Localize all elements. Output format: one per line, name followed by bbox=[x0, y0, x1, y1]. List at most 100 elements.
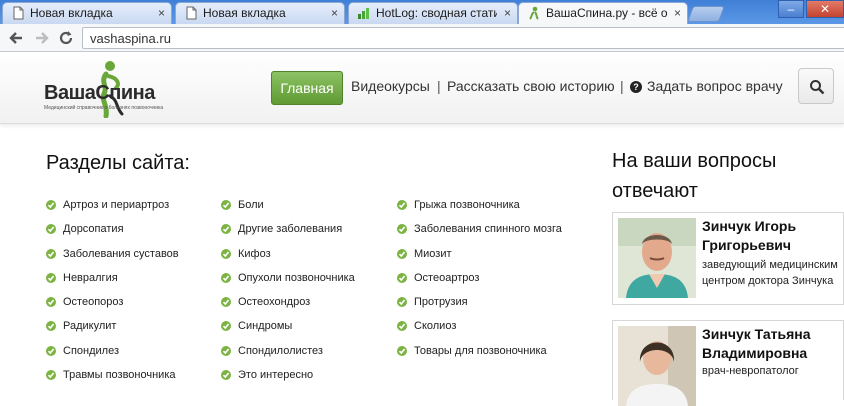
doctor-photo bbox=[618, 326, 696, 406]
checkmark-circle-icon bbox=[46, 272, 56, 283]
tab-close-icon[interactable]: × bbox=[504, 6, 511, 20]
checkmark-circle-icon bbox=[397, 224, 407, 235]
site-logo[interactable]: ВашаСпина Медицинский справочник о болез… bbox=[42, 60, 192, 118]
section-link-label: Миозит bbox=[414, 247, 452, 260]
section-link[interactable]: Заболевания суставов bbox=[46, 245, 179, 269]
section-link-label: Протрузия bbox=[414, 296, 468, 309]
section-link[interactable]: Другие заболевания bbox=[221, 220, 355, 244]
section-link[interactable]: Это интересно bbox=[221, 366, 355, 390]
section-link-label: Опухоли позвоночника bbox=[238, 271, 355, 284]
section-link[interactable]: Опухоли позвоночника bbox=[221, 269, 355, 293]
section-link[interactable]: Заболевания спинного мозга bbox=[397, 220, 562, 244]
tab-close-icon[interactable]: × bbox=[331, 6, 338, 20]
tab-title: HotLog: сводная статистик bbox=[376, 6, 497, 20]
doctor-description: врач-невропатолог bbox=[702, 365, 799, 377]
sections-column-2: Боли Другие заболевания Кифоз Опухоли позво… bbox=[221, 196, 355, 390]
section-link-label: Невралгия bbox=[63, 271, 118, 284]
browser-tab-3[interactable]: HotLog: сводная статистик × bbox=[348, 2, 518, 24]
checkmark-circle-icon bbox=[46, 224, 56, 235]
checkmark-circle-icon bbox=[221, 272, 231, 283]
browser-tab-4[interactable]: ВашаСпина.ру - всё о лечен × bbox=[518, 2, 688, 25]
section-link[interactable]: Радикулит bbox=[46, 317, 179, 341]
section-link-label: Дорсопатия bbox=[63, 223, 124, 236]
nav-separator: | bbox=[620, 78, 624, 94]
browser-tab-strip: Новая вкладка × Новая вкладка × HotLog: … bbox=[0, 0, 844, 25]
browser-toolbar: vashaspina.ru bbox=[0, 24, 844, 52]
search-button[interactable] bbox=[798, 68, 834, 104]
section-link-label: Заболевания суставов bbox=[63, 247, 179, 260]
forward-button[interactable] bbox=[32, 28, 52, 48]
section-link[interactable]: Остеоартроз bbox=[397, 269, 562, 293]
checkmark-circle-icon bbox=[397, 297, 407, 308]
section-link-label: Другие заболевания bbox=[238, 223, 343, 236]
doctor-card[interactable]: Зинчук Игорь Григорьевич заведующий меди… bbox=[612, 212, 844, 305]
tab-close-icon[interactable]: × bbox=[674, 6, 681, 20]
doctor-photo bbox=[618, 218, 696, 298]
section-link[interactable]: Синдромы bbox=[221, 317, 355, 341]
browser-tab-1[interactable]: Новая вкладка × bbox=[2, 2, 172, 24]
logo-tagline: Медицинский справочник о болезнях позвон… bbox=[44, 105, 164, 111]
section-link-label: Радикулит bbox=[63, 320, 117, 333]
section-link-label: Травмы позвоночника bbox=[63, 369, 176, 382]
checkmark-circle-icon bbox=[46, 370, 56, 381]
new-tab-button[interactable] bbox=[687, 6, 725, 22]
section-link[interactable]: Протрузия bbox=[397, 293, 562, 317]
reload-button[interactable] bbox=[56, 28, 76, 48]
section-link[interactable]: Спондилез bbox=[46, 342, 179, 366]
nav-ask-doctor-link[interactable]: ? Задать вопрос врачу bbox=[630, 78, 783, 94]
section-link[interactable]: Товары для позвоночника bbox=[397, 342, 562, 366]
section-link-label: Остеохондроз bbox=[238, 296, 311, 309]
address-bar-url[interactable]: vashaspina.ru bbox=[90, 31, 171, 46]
section-link[interactable]: Невралгия bbox=[46, 269, 179, 293]
page-icon bbox=[13, 6, 24, 20]
section-link[interactable]: Остеохондроз bbox=[221, 293, 355, 317]
section-link-label: Товары для позвоночника bbox=[414, 344, 547, 357]
browser-tab-2[interactable]: Новая вкладка × bbox=[175, 2, 345, 24]
nav-home-button[interactable]: Главная bbox=[271, 71, 343, 105]
section-link[interactable]: Спондилолистез bbox=[221, 342, 355, 366]
section-link[interactable]: Сколиоз bbox=[397, 317, 562, 341]
section-link[interactable]: Травмы позвоночника bbox=[46, 366, 179, 390]
page-icon bbox=[186, 6, 197, 20]
back-button[interactable] bbox=[6, 28, 26, 48]
close-window-button[interactable]: ✕ bbox=[806, 0, 844, 18]
experts-title: На ваши вопросы отвечают bbox=[612, 150, 777, 202]
reload-icon bbox=[59, 31, 73, 45]
checkmark-circle-icon bbox=[221, 345, 231, 356]
checkmark-circle-icon bbox=[397, 345, 407, 356]
checkmark-circle-icon bbox=[397, 321, 407, 332]
nav-share-story-link[interactable]: Рассказать свою историю bbox=[447, 78, 615, 94]
sections-title: Разделы сайта: bbox=[46, 152, 190, 174]
checkmark-circle-icon bbox=[46, 297, 56, 308]
tab-close-icon[interactable]: × bbox=[158, 6, 165, 20]
section-link-label: Заболевания спинного мозга bbox=[414, 223, 562, 236]
checkmark-circle-icon bbox=[221, 200, 231, 210]
doctor-name[interactable]: Зинчук Татьяна Владимировна bbox=[702, 325, 842, 363]
checkmark-circle-icon bbox=[221, 370, 231, 381]
doctor-card[interactable]: Зинчук Татьяна Владимировна врач-невропа… bbox=[612, 320, 844, 406]
nav-video-courses-link[interactable]: Видеокурсы bbox=[351, 78, 430, 94]
section-link[interactable]: Кифоз bbox=[221, 245, 355, 269]
sections-column-1: Артроз и периартроз Дорсопатия Заболевания… bbox=[46, 196, 179, 390]
section-link[interactable]: Остеопороз bbox=[46, 293, 179, 317]
section-link-label: Спондилез bbox=[63, 344, 119, 357]
tab-title: Новая вкладка bbox=[30, 6, 113, 20]
minimize-button[interactable]: – bbox=[778, 0, 804, 18]
checkmark-circle-icon bbox=[46, 248, 56, 259]
tab-title: Новая вкладка bbox=[203, 6, 286, 20]
section-link[interactable]: Грыжа позвоночника bbox=[397, 196, 562, 220]
checkmark-circle-icon bbox=[221, 224, 231, 235]
checkmark-circle-icon bbox=[397, 272, 407, 283]
section-link[interactable]: Артроз и периартроз bbox=[46, 196, 179, 220]
section-link[interactable]: Миозит bbox=[397, 245, 562, 269]
tab-title: ВашаСпина.ру - всё о лечен bbox=[546, 6, 667, 20]
hotlog-icon bbox=[358, 8, 369, 19]
doctor-name[interactable]: Зинчук Игорь Григорьевич bbox=[702, 217, 842, 255]
section-link[interactable]: Дорсопатия bbox=[46, 220, 179, 244]
address-bar[interactable]: vashaspina.ru bbox=[82, 27, 844, 49]
section-link[interactable]: Боли bbox=[221, 196, 355, 220]
section-link-label: Артроз и периартроз bbox=[63, 199, 170, 211]
section-link-label: Боли bbox=[238, 199, 264, 211]
section-link-label: Сколиоз bbox=[414, 320, 457, 333]
section-link-label: Синдромы bbox=[238, 320, 293, 333]
